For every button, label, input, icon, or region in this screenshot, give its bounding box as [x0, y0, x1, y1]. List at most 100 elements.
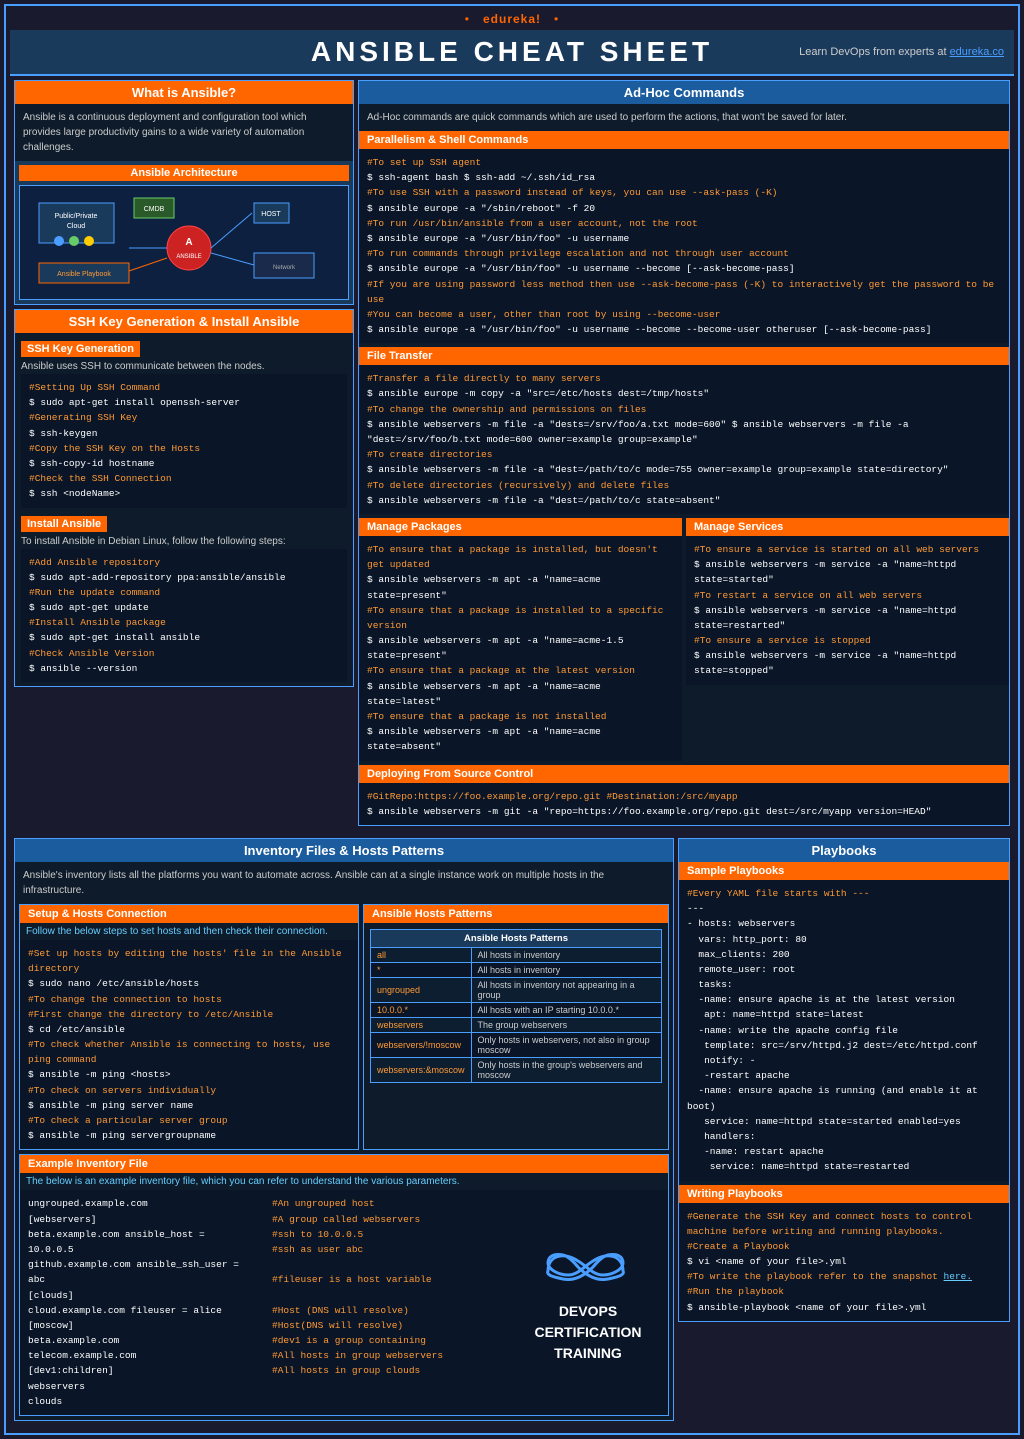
setup-desc: Follow the below steps to set hosts and … [20, 923, 358, 940]
inventory-main-section: Inventory Files & Hosts Patterns Ansible… [14, 838, 674, 1421]
file-transfer-title: File Transfer [359, 347, 1009, 365]
left-column: What is Ansible? Ansible is a continuous… [14, 80, 354, 830]
ssh-gen-subtitle: SSH Key Generation [21, 341, 140, 357]
adhoc-desc: Ad-Hoc commands are quick commands which… [359, 104, 1009, 131]
ssh-desc: Ansible uses SSH to communicate between … [21, 359, 347, 374]
table-row: webservers The group webservers [371, 1017, 662, 1032]
install-subtitle: Install Ansible [21, 516, 107, 532]
inst-line-3: $ sudo apt-get update [29, 600, 339, 615]
example-inv-title: Example Inventory File [20, 1155, 668, 1173]
hosts-patterns-title: Ansible Hosts Patterns [364, 905, 668, 923]
manage-services-code: #To ensure a service is started on all w… [686, 536, 1009, 685]
edureka-link[interactable]: edureka.co [950, 46, 1004, 58]
inst-line-4: #Install Ansible package [29, 615, 339, 630]
playbooks-main-section: Playbooks Sample Playbooks #Every YAML f… [678, 838, 1010, 1322]
install-code: #Add Ansible repository $ sudo apt-add-r… [21, 549, 347, 683]
bottom-section: Inventory Files & Hosts Patterns Ansible… [10, 834, 1014, 1429]
ssh-line-2: #Generating SSH Key [29, 410, 339, 425]
svg-text:HOST: HOST [261, 211, 281, 218]
page-header: ANSIBLE CHEAT SHEET Learn DevOps from ex… [10, 30, 1014, 76]
ssh-line-7: $ ssh <nodeName> [29, 486, 339, 501]
manage-packages-code: #To ensure that a package is installed, … [359, 536, 682, 761]
table-row: webservers/!moscow Only hosts in webserv… [371, 1032, 662, 1057]
table-header: Ansible Hosts Patterns [371, 929, 662, 947]
ssh-line-5: $ ssh-copy-id hostname [29, 456, 339, 471]
table-row: all All hosts in inventory [371, 947, 662, 962]
sample-playbooks-code: #Every YAML file starts with --- --- - h… [679, 880, 1009, 1181]
learn-devops-text: Learn DevOps from experts at edureka.co [799, 46, 1004, 58]
outer-border: • edureka! • ANSIBLE CHEAT SHEET Learn D… [4, 4, 1020, 1435]
deploying-code: #GitRepo:https://foo.example.org/repo.gi… [359, 783, 1009, 825]
svg-text:Cloud: Cloud [67, 223, 85, 230]
svg-text:Public/Private: Public/Private [55, 213, 98, 220]
install-desc: To install Ansible in Debian Linux, foll… [21, 534, 347, 549]
playbooks-title: Playbooks [679, 839, 1009, 862]
devops-cert-block: DEVOPS CERTIFICATION TRAINING [508, 1190, 668, 1415]
bullet-right: • [554, 12, 559, 26]
table-row: webservers:&moscow Only hosts in the gro… [371, 1057, 662, 1082]
parallelism-code: #To set up SSH agent $ ssh-agent bash $ … [359, 149, 1009, 343]
adhoc-section: Ad-Hoc Commands Ad-Hoc commands are quic… [358, 80, 1010, 826]
setup-hosts-row: Setup & Hosts Connection Follow the belo… [15, 904, 673, 1154]
what-is-ansible-title: What is Ansible? [15, 81, 353, 104]
inst-line-2: #Run the update command [29, 585, 339, 600]
hosts-patterns-block: Ansible Hosts Patterns Ansible Hosts Pat… [363, 904, 669, 1150]
example-left-code: ungrouped.example.com [webservers] beta.… [20, 1190, 264, 1415]
table-row: ungrouped All hosts in inventory not app… [371, 977, 662, 1002]
svg-text:A: A [185, 237, 192, 248]
inst-line-6: #Check Ansible Version [29, 646, 339, 661]
arch-svg: Public/Private Cloud CMDB A ANSIBLE [34, 193, 334, 293]
manage-services-block: Manage Services #To ensure a service is … [686, 518, 1009, 761]
bullet-left: • [465, 12, 470, 26]
example-inventory-block: Example Inventory File The below is an e… [19, 1154, 669, 1416]
ssh-install-title: SSH Key Generation & Install Ansible [15, 310, 353, 333]
top-bar: • edureka! • [10, 10, 1014, 30]
ssh-line-6: #Check the SSH Connection [29, 471, 339, 486]
right-column: Ad-Hoc Commands Ad-Hoc commands are quic… [358, 80, 1010, 830]
table-row: * All hosts in inventory [371, 962, 662, 977]
ssh-line-4: #Copy the SSH Key on the Hosts [29, 441, 339, 456]
svg-text:Network: Network [273, 265, 296, 271]
ssh-line-0: #Setting Up SSH Command [29, 380, 339, 395]
manage-services-title: Manage Services [686, 518, 1009, 536]
infinity-icon [528, 1241, 648, 1301]
example-inv-desc: The below is an example inventory file, … [20, 1173, 668, 1190]
writing-playbooks-title: Writing Playbooks [679, 1185, 1009, 1203]
ssh-line-3: $ ssh-keygen [29, 426, 339, 441]
inventory-main-title: Inventory Files & Hosts Patterns [15, 839, 673, 862]
adhoc-title: Ad-Hoc Commands [359, 81, 1009, 104]
arch-diagram: Public/Private Cloud CMDB A ANSIBLE [19, 185, 349, 300]
manage-packages-block: Manage Packages #To ensure that a packag… [359, 518, 682, 761]
inst-line-5: $ sudo apt-get install ansible [29, 630, 339, 645]
main-content: What is Ansible? Ansible is a continuous… [10, 76, 1014, 834]
install-block: Install Ansible To install Ansible in De… [15, 508, 353, 687]
example-right-code: #An ungrouped host #A group called webse… [264, 1190, 508, 1415]
example-left-area: ungrouped.example.com [webservers] beta.… [20, 1190, 508, 1415]
what-is-ansible-body: Ansible is a continuous deployment and c… [15, 104, 353, 161]
ansible-description: Ansible is a continuous deployment and c… [23, 110, 345, 155]
svg-text:Ansible Playbook: Ansible Playbook [57, 271, 111, 278]
brand-name: edureka! [483, 12, 541, 26]
inventory-section: Inventory Files & Hosts Patterns Ansible… [14, 838, 674, 1425]
svg-text:ANSIBLE: ANSIBLE [176, 254, 201, 260]
sample-playbooks-title: Sample Playbooks [679, 862, 1009, 880]
hosts-table: Ansible Hosts Patterns all All hosts in … [370, 929, 662, 1083]
deploying-title: Deploying From Source Control [359, 765, 1009, 783]
setup-hosts-block: Setup & Hosts Connection Follow the belo… [19, 904, 359, 1150]
setup-title: Setup & Hosts Connection [20, 905, 358, 923]
packages-services-row: Manage Packages #To ensure that a packag… [359, 518, 1009, 761]
ssh-install-section: SSH Key Generation & Install Ansible SSH… [14, 309, 354, 687]
ssh-gen-block: SSH Key Generation Ansible uses SSH to c… [15, 333, 353, 508]
setup-code: #Set up hosts by editing the hosts' file… [20, 940, 358, 1149]
hosts-patterns-body: Ansible Hosts Patterns all All hosts in … [364, 923, 668, 1089]
ansible-architecture: Ansible Architecture Public/Private Clou… [15, 161, 353, 304]
example-inv-content: ungrouped.example.com [webservers] beta.… [20, 1190, 668, 1415]
inst-line-0: #Add Ansible repository [29, 555, 339, 570]
arch-title: Ansible Architecture [19, 165, 349, 181]
cert-text: DEVOPS CERTIFICATION TRAINING [534, 1301, 641, 1364]
svg-text:CMDB: CMDB [144, 206, 165, 213]
file-transfer-code: #Transfer a file directly to many server… [359, 365, 1009, 514]
playbooks-section: Playbooks Sample Playbooks #Every YAML f… [678, 838, 1010, 1425]
parallelism-title: Parallelism & Shell Commands [359, 131, 1009, 149]
inst-line-7: $ ansible --version [29, 661, 339, 676]
